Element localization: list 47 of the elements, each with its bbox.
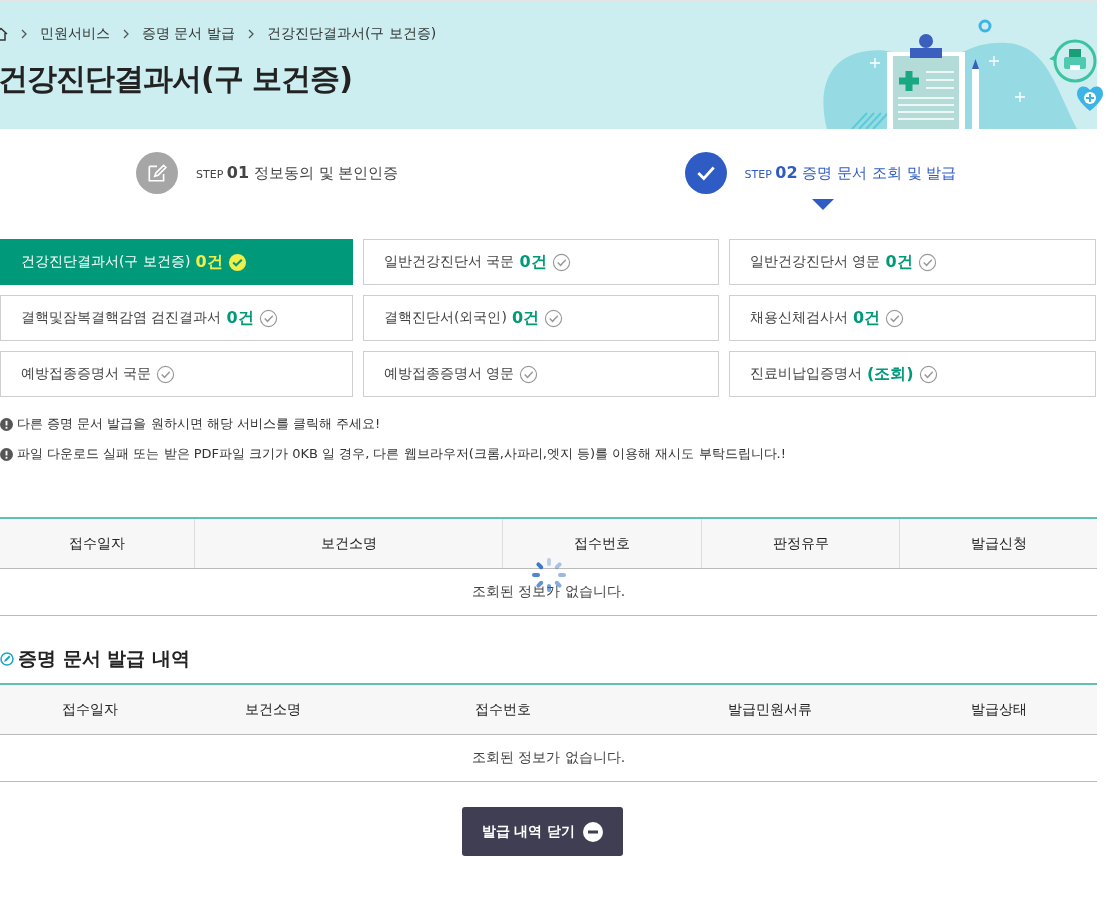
chevron-down-icon [810,198,835,212]
column-header: 접수번호 [473,699,532,719]
document-tile[interactable]: 예방접종증명서 영문 [363,351,719,397]
empty-message: 조회된 정보가 없습니다. [471,583,626,601]
notice-text: 다른 증명 문서 발급을 원하시면 해당 서비스를 클릭해 주세요! [17,415,381,433]
exclamation-icon [0,417,13,431]
column-header: 보건소명 [194,519,502,568]
column-header: 접수일자 [61,699,119,719]
check-circle-icon [917,252,937,272]
check-circle-icon [156,364,176,384]
chevron-right-icon [20,28,28,40]
check-circle-icon [885,308,905,328]
column-header: 접수일자 [68,533,126,553]
chevron-right-icon [246,28,255,40]
document-tile[interactable]: 결핵진단서(외국인) 0건 [363,295,719,341]
notice-text: 파일 다운로드 실패 또는 받은 PDF파일 크기가 0KB 일 경우, 다른 웹브라우저(크롬,사파리,엣지 등)를 이용해 재시도 부탁드립니다.! [17,445,786,463]
document-tile[interactable]: 결핵및잠복결핵감염 검진결과서 0건 [0,295,353,341]
pencil-circle-icon [0,652,14,666]
exclamation-icon [0,447,13,461]
check-circle-icon [551,252,571,272]
breadcrumb-link[interactable]: 건강진단결과서(구 보건증) [266,25,437,43]
empty-message: 조회된 정보가 없습니다. [471,749,626,767]
step-label: STEP 01 정보동의 및 본인인증 [196,163,399,183]
check-circle-icon [227,252,247,272]
document-tile[interactable]: 일반건강진단서 영문 0건 [729,239,1096,285]
chevron-right-icon [122,28,130,40]
document-tile[interactable]: 채용신체검사서 0건 [729,295,1096,341]
check-circle-icon [258,308,278,328]
close-history-button[interactable]: 발급 내역 닫기 [461,807,624,856]
column-header: 보건소명 [243,699,302,719]
page-title: 건강진단결과서(구 보건증) [0,60,353,98]
section-title: 증명 문서 발급 내역 [18,646,190,671]
column-header: 발급신청 [899,519,1097,568]
column-header: 판정유무 [701,519,899,568]
minus-circle-icon [583,821,604,842]
document-tile[interactable]: 건강진단결과서(구 보건증) 0건 [0,239,353,285]
column-header: 발급상태 [969,699,1028,719]
document-tile[interactable]: 예방접종증명서 국문 [0,351,353,397]
document-tile[interactable]: 일반건강진단서 국문 0건 [363,239,719,285]
breadcrumb-link[interactable]: 민원서비스 [40,25,110,43]
step-label: STEP 02 증명 문서 조회 및 발급 [744,163,957,183]
check-circle-icon [544,308,564,328]
check-circle-icon [918,364,938,384]
breadcrumb-link[interactable]: 증명 문서 발급 [142,25,235,43]
check-circle-icon [519,364,539,384]
document-tile[interactable]: 진료비납입증명서 (조회) [729,351,1096,397]
column-header: 발급민원서류 [727,699,813,719]
